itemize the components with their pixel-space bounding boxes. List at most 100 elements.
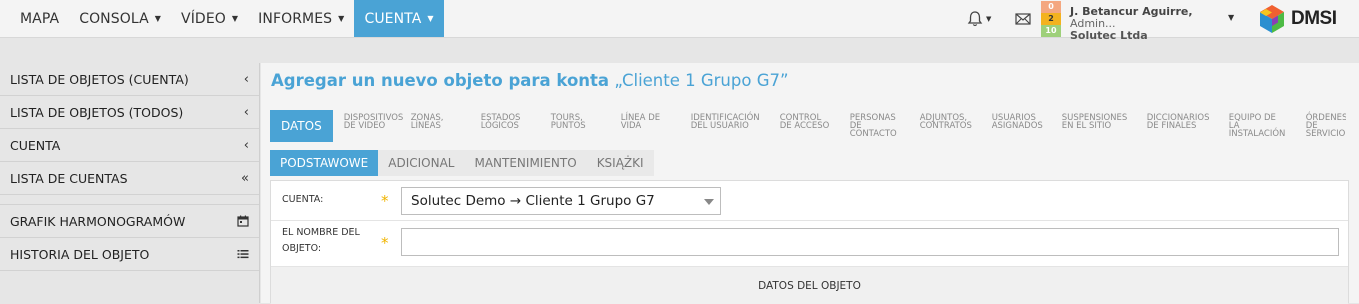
- user-menu[interactable]: J. Betancur Aguirre, Admin... Solutec Lt…: [1070, 6, 1230, 42]
- dropdown-arrow-icon: [704, 199, 714, 205]
- notifications-button[interactable]: ▼: [966, 9, 996, 29]
- nav-label: VÍDEO: [181, 10, 226, 27]
- tab-label: SERVICIO: [1305, 129, 1346, 139]
- tab-video-devices[interactable]: DISPOSITIVOS DE VIDEO: [333, 110, 411, 144]
- page-title-object: „Cliente 1 Grupo G7”: [614, 71, 789, 90]
- chevron-left-icon: ‹: [243, 71, 249, 87]
- logo: DMSI: [1255, 3, 1359, 35]
- tab-label: DE FINALES: [1146, 121, 1197, 131]
- caret-down-icon: ▼: [338, 14, 345, 23]
- tab-attachments-contracts[interactable]: ADJUNTOS, CONTRATOS: [920, 110, 992, 144]
- nav-item-consola[interactable]: CONSOLA ▼: [69, 0, 171, 37]
- subtab-additional[interactable]: ADICIONAL: [378, 150, 464, 176]
- sidebar-item-label: LISTA DE OBJETOS (TODOS): [10, 104, 184, 120]
- section-header-object-data: DATOS DEL OBJETO: [271, 267, 1348, 304]
- tab-site-suspensions[interactable]: SUSPENSIONES EN EL SITIO: [1062, 110, 1147, 144]
- subtab-basic[interactable]: PODSTAWOWE: [270, 150, 379, 176]
- caret-down-icon: ▼: [427, 14, 434, 23]
- sidebar-item-object-history[interactable]: HISTORIA DEL OBJETO: [0, 238, 259, 271]
- tab-label: DEL USUARIO: [690, 121, 749, 131]
- sidebar-item-objects-account[interactable]: LISTA DE OBJETOS (CUENTA) ‹: [0, 63, 259, 96]
- subtab-books[interactable]: KSIĄŻKI: [587, 150, 654, 176]
- form-row-account: CUENTA: * Solutec Demo → Cliente 1 Grupo…: [271, 181, 1348, 221]
- required-marker: *: [381, 192, 389, 210]
- tab-label: DATOS: [281, 119, 322, 133]
- tab-installation-equipment[interactable]: EQUIPO DE LA INSTALACIÓN: [1229, 110, 1306, 144]
- tab-user-identification[interactable]: IDENTIFICACIÓN DEL USUARIO: [691, 110, 780, 144]
- tab-dictionaries[interactable]: DICCIONARIOS DE FINALES: [1147, 110, 1229, 144]
- chevron-left-icon: ‹: [243, 137, 249, 153]
- sidebar-item-label: CUENTA: [10, 137, 61, 153]
- tab-tours-points[interactable]: TOURS, PUNTOS: [551, 110, 621, 144]
- tab-label: LÍNEAS: [410, 121, 441, 131]
- sidebar-item-label: LISTA DE CUENTAS: [10, 170, 128, 186]
- caret-down-icon[interactable]: ▼: [1228, 13, 1234, 22]
- tab-label: PUNTOS: [550, 121, 586, 131]
- tab-label: VIDA: [620, 121, 642, 131]
- tab-label: CONTACTO: [849, 129, 897, 139]
- caret-down-icon: ▼: [986, 15, 992, 23]
- main-nav: MAPA CONSOLA ▼ VÍDEO ▼ INFORMES ▼ CUENTA ▼: [10, 0, 444, 37]
- tab-access-control[interactable]: CONTROL DE ACCESO: [780, 110, 850, 144]
- cube-logo-icon: [1260, 5, 1284, 33]
- tab-label: EQUIPO DE: [1228, 113, 1276, 123]
- object-name-label-line: EL NOMBRE DEL: [282, 227, 360, 238]
- sidebar: LISTA DE OBJETOS (CUENTA) ‹ LISTA DE OBJ…: [0, 63, 260, 303]
- tab-zones-lines[interactable]: ZONAS, LÍNEAS: [411, 110, 481, 144]
- caret-down-icon: ▼: [154, 14, 162, 23]
- tab-datos[interactable]: DATOS: [270, 110, 333, 142]
- tab-label: EN EL SITIO: [1061, 121, 1112, 131]
- nav-item-mapa[interactable]: MAPA: [10, 0, 69, 37]
- nav-label: CONSOLA: [79, 10, 149, 27]
- tab-service-orders[interactable]: ÓRDENES DE SERVICIO: [1306, 110, 1346, 144]
- sidebar-item-account-list[interactable]: LISTA DE CUENTAS «: [0, 162, 259, 195]
- counter-low: 0: [1041, 1, 1061, 13]
- tab-label: DE ACCESO: [779, 121, 830, 131]
- tab-label: DE VIDEO: [343, 121, 386, 131]
- subtab-maintenance[interactable]: MANTENIMIENTO: [464, 150, 586, 176]
- object-tabs: DATOS DISPOSITIVOS DE VIDEO ZONAS, LÍNEAS …: [270, 110, 1346, 144]
- form-row-object-name: EL NOMBRE DEL OBJETO: *: [271, 221, 1348, 267]
- tab-label: CONTRATOS: [919, 121, 972, 131]
- sidebar-item-objects-all[interactable]: LISTA DE OBJETOS (TODOS) ‹: [0, 96, 259, 129]
- sub-tabs: PODSTAWOWE ADICIONAL MANTENIMIENTO KSIĄŻ…: [270, 150, 654, 176]
- counter-high: 10: [1041, 25, 1061, 37]
- logo-text: DMSI: [1291, 8, 1337, 29]
- nav-item-informes[interactable]: INFORMES ▼: [248, 0, 354, 37]
- nav-label: CUENTA: [364, 10, 422, 27]
- sidebar-item-account[interactable]: CUENTA ‹: [0, 129, 259, 162]
- list-icon: [237, 250, 249, 259]
- bell-icon: [967, 11, 983, 27]
- counter-medium: 2: [1041, 13, 1061, 25]
- account-select[interactable]: Solutec Demo → Cliente 1 Grupo G7: [401, 187, 721, 215]
- sidebar-item-label: HISTORIA DEL OBJETO: [10, 246, 150, 262]
- sidebar-item-schedule[interactable]: GRAFIK HARMONOGRAMÓW: [0, 205, 259, 238]
- required-marker: *: [381, 234, 389, 252]
- double-chevron-left-icon: «: [241, 170, 249, 186]
- calendar-icon: [237, 215, 249, 227]
- alarm-counters[interactable]: 0 2 10: [1041, 1, 1061, 37]
- nav-item-video[interactable]: VÍDEO ▼: [171, 0, 248, 37]
- messages-button[interactable]: [1014, 10, 1032, 28]
- object-name-label-line: OBJETO:: [282, 243, 322, 254]
- sidebar-item-label: LISTA DE OBJETOS (CUENTA): [10, 71, 189, 87]
- nav-label: INFORMES: [258, 10, 333, 27]
- tab-logical-states[interactable]: ESTADOS LÓGICOS: [481, 110, 551, 144]
- tab-assigned-users[interactable]: USUARIOS ASIGNADOS: [992, 110, 1062, 144]
- tab-label: LÓGICOS: [480, 121, 519, 131]
- user-organization: Solutec Ltda: [1070, 29, 1148, 42]
- page-title-prefix: Agregar un nuevo objeto para konta: [271, 71, 610, 90]
- envelope-icon: [1015, 13, 1031, 25]
- tab-timeline[interactable]: LÍNEA DE VIDA: [621, 110, 691, 144]
- caret-down-icon: ▼: [231, 14, 239, 23]
- object-name-input[interactable]: [401, 228, 1339, 256]
- page-title: Agregar un nuevo objeto para konta „Clie…: [271, 71, 789, 90]
- account-select-value: Solutec Demo → Cliente 1 Grupo G7: [411, 193, 655, 209]
- nav-item-cuenta[interactable]: CUENTA ▼: [354, 0, 444, 37]
- object-form: CUENTA: * Solutec Demo → Cliente 1 Grupo…: [270, 180, 1349, 304]
- top-navbar: MAPA CONSOLA ▼ VÍDEO ▼ INFORMES ▼ CUENTA ▼ ▼…: [0, 0, 1359, 42]
- tab-contact-persons[interactable]: PERSONAS DE CONTACTO: [850, 110, 920, 144]
- nav-label: MAPA: [20, 10, 60, 27]
- object-name-label: EL NOMBRE DEL OBJETO:: [282, 225, 360, 257]
- tab-label: ASIGNADOS: [991, 121, 1043, 131]
